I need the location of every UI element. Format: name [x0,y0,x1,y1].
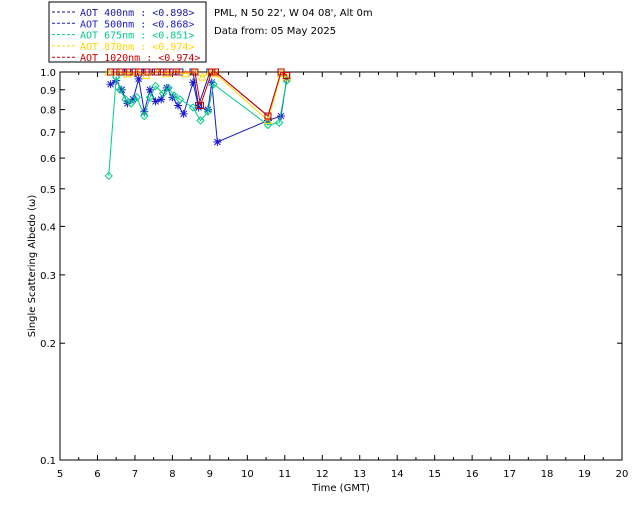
x-tick-label: 10 [241,469,254,480]
y-tick-label: 1.0 [40,68,56,79]
x-tick-label: 11 [278,469,291,480]
data-point [134,74,143,83]
x-tick-label: 14 [391,469,404,480]
chart-background [0,0,640,512]
y-tick-label: 0.5 [40,185,56,196]
y-axis-label: Single Scattering Albedo (ω) [27,195,38,338]
y-tick-label: 0.2 [40,339,56,350]
x-tick-label: 15 [428,469,441,480]
x-tick-label: 13 [353,469,366,480]
x-tick-label: 6 [94,469,100,480]
y-tick-label: 0.9 [40,86,56,97]
legend-label: AOT 870nm : <0.974> [80,42,194,53]
x-tick-label: 19 [578,469,591,480]
y-tick-label: 0.1 [40,456,56,467]
data-point [106,80,115,89]
y-tick-label: 0.6 [40,154,56,165]
legend-label: AOT 1020nm : <0.974> [80,53,200,64]
header-location: PML, N 50 22', W 04 08', Alt 0m [214,8,373,19]
albedo-chart: AOT 400nm : <0.898>AOT 500nm : <0.868>AO… [0,0,640,512]
x-tick-label: 18 [541,469,554,480]
x-tick-label: 20 [616,469,629,480]
legend-label: AOT 675nm : <0.851> [80,31,194,42]
x-tick-label: 16 [466,469,479,480]
data-point [179,109,188,118]
y-tick-label: 0.3 [40,271,56,282]
x-tick-label: 12 [316,469,329,480]
x-tick-label: 5 [57,469,63,480]
x-tick-label: 17 [503,469,516,480]
data-point [213,138,222,147]
x-tick-label: 9 [207,469,213,480]
x-tick-label: 7 [132,469,138,480]
y-tick-label: 0.7 [40,128,56,139]
legend-label: AOT 400nm : <0.898> [80,8,194,19]
legend-label: AOT 500nm : <0.868> [80,19,194,30]
x-tick-label: 8 [169,469,175,480]
y-tick-label: 0.8 [40,106,56,117]
x-axis-label: Time (GMT) [311,483,370,494]
header-date: Data from: 05 May 2025 [214,26,336,37]
y-tick-label: 0.4 [40,222,56,233]
